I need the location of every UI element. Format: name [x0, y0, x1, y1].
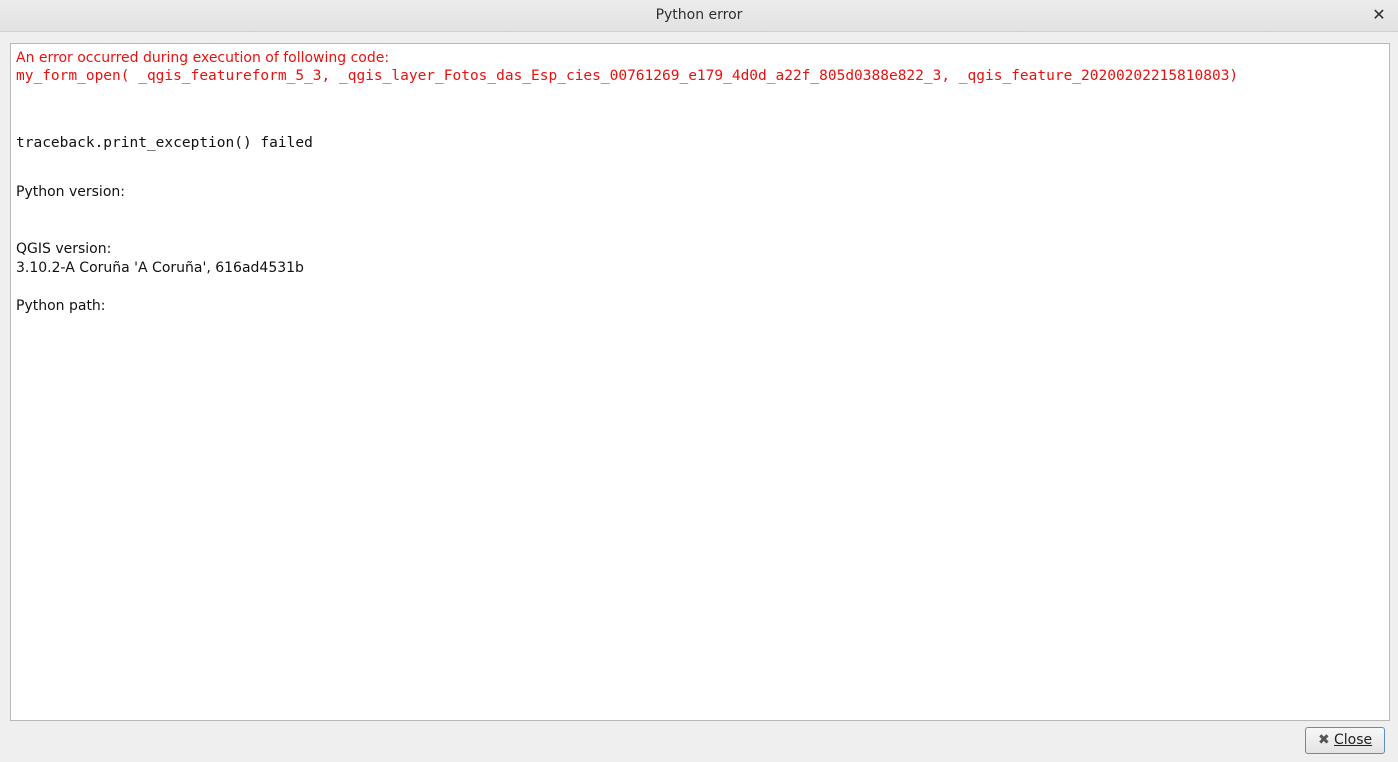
error-message-panel[interactable]: An error occurred during execution of fo…: [10, 43, 1390, 721]
close-icon[interactable]: ✕: [1370, 6, 1388, 24]
traceback-message: traceback.print_exception() failed: [16, 135, 313, 151]
python-error-dialog: Python error ✕ An error occurred during …: [0, 0, 1398, 762]
title-bar[interactable]: Python error ✕: [0, 0, 1398, 32]
error-code: my_form_open( _qgis_featureform_5_3, _qg…: [16, 68, 1239, 84]
close-x-icon: ✖: [1318, 732, 1330, 748]
qgis-version-label: QGIS version:: [16, 241, 112, 257]
python-version-label: Python version:: [16, 184, 125, 200]
window-title: Python error: [655, 7, 743, 23]
qgis-version-value: 3.10.2-A Coruña 'A Coruña', 616ad4531b: [16, 260, 304, 276]
close-button-label: Close: [1334, 732, 1373, 748]
close-button[interactable]: ✖ Close: [1305, 727, 1385, 754]
error-heading: An error occurred during execution of fo…: [16, 50, 390, 66]
python-path-label: Python path:: [16, 298, 106, 314]
